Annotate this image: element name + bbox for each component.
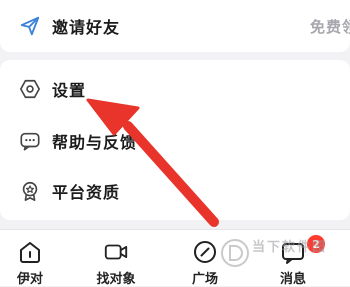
chat-bubble-icon <box>18 129 42 153</box>
compass-icon <box>192 239 218 265</box>
tab-label: 找对象 <box>96 272 136 287</box>
invite-friends-label: 邀请好友 <box>52 18 121 37</box>
unread-badge: 2 <box>307 235 325 253</box>
menu-item-label: 平台资质 <box>52 183 121 202</box>
menu-item-help-feedback[interactable]: 帮助与反馈 <box>0 115 350 167</box>
video-camera-icon <box>103 239 129 265</box>
tab-find-partner[interactable]: 找对象 <box>86 230 146 287</box>
menu-item-label: 帮助与反馈 <box>52 133 138 152</box>
menu-card: 设置 帮助与反馈 平台资质 <box>0 60 350 220</box>
tab-yidui[interactable]: 伊对 <box>5 230 55 287</box>
menu-item-settings[interactable]: 设置 <box>0 63 350 115</box>
bottom-tab-bar: 伊对 找对象 广场 消息 2 <box>0 229 350 287</box>
home-icon <box>17 239 43 265</box>
hexagon-settings-icon <box>18 77 42 101</box>
invite-friends-row[interactable]: 邀请好友 免费领 <box>0 0 350 52</box>
tab-label: 广场 <box>191 272 218 287</box>
award-badge-icon <box>18 179 42 203</box>
message-icon <box>280 239 306 265</box>
invite-reward-text: 免费领 <box>309 17 350 36</box>
paper-plane-icon <box>18 14 42 38</box>
invite-card: 邀请好友 免费领 <box>0 0 350 52</box>
tab-label: 消息 <box>279 272 306 287</box>
menu-item-platform-qualification[interactable]: 平台资质 <box>0 165 350 217</box>
menu-item-label: 设置 <box>52 81 87 100</box>
tab-messages[interactable]: 消息 2 <box>268 230 325 287</box>
tab-plaza[interactable]: 广场 <box>180 230 230 287</box>
tab-label: 伊对 <box>16 272 43 287</box>
